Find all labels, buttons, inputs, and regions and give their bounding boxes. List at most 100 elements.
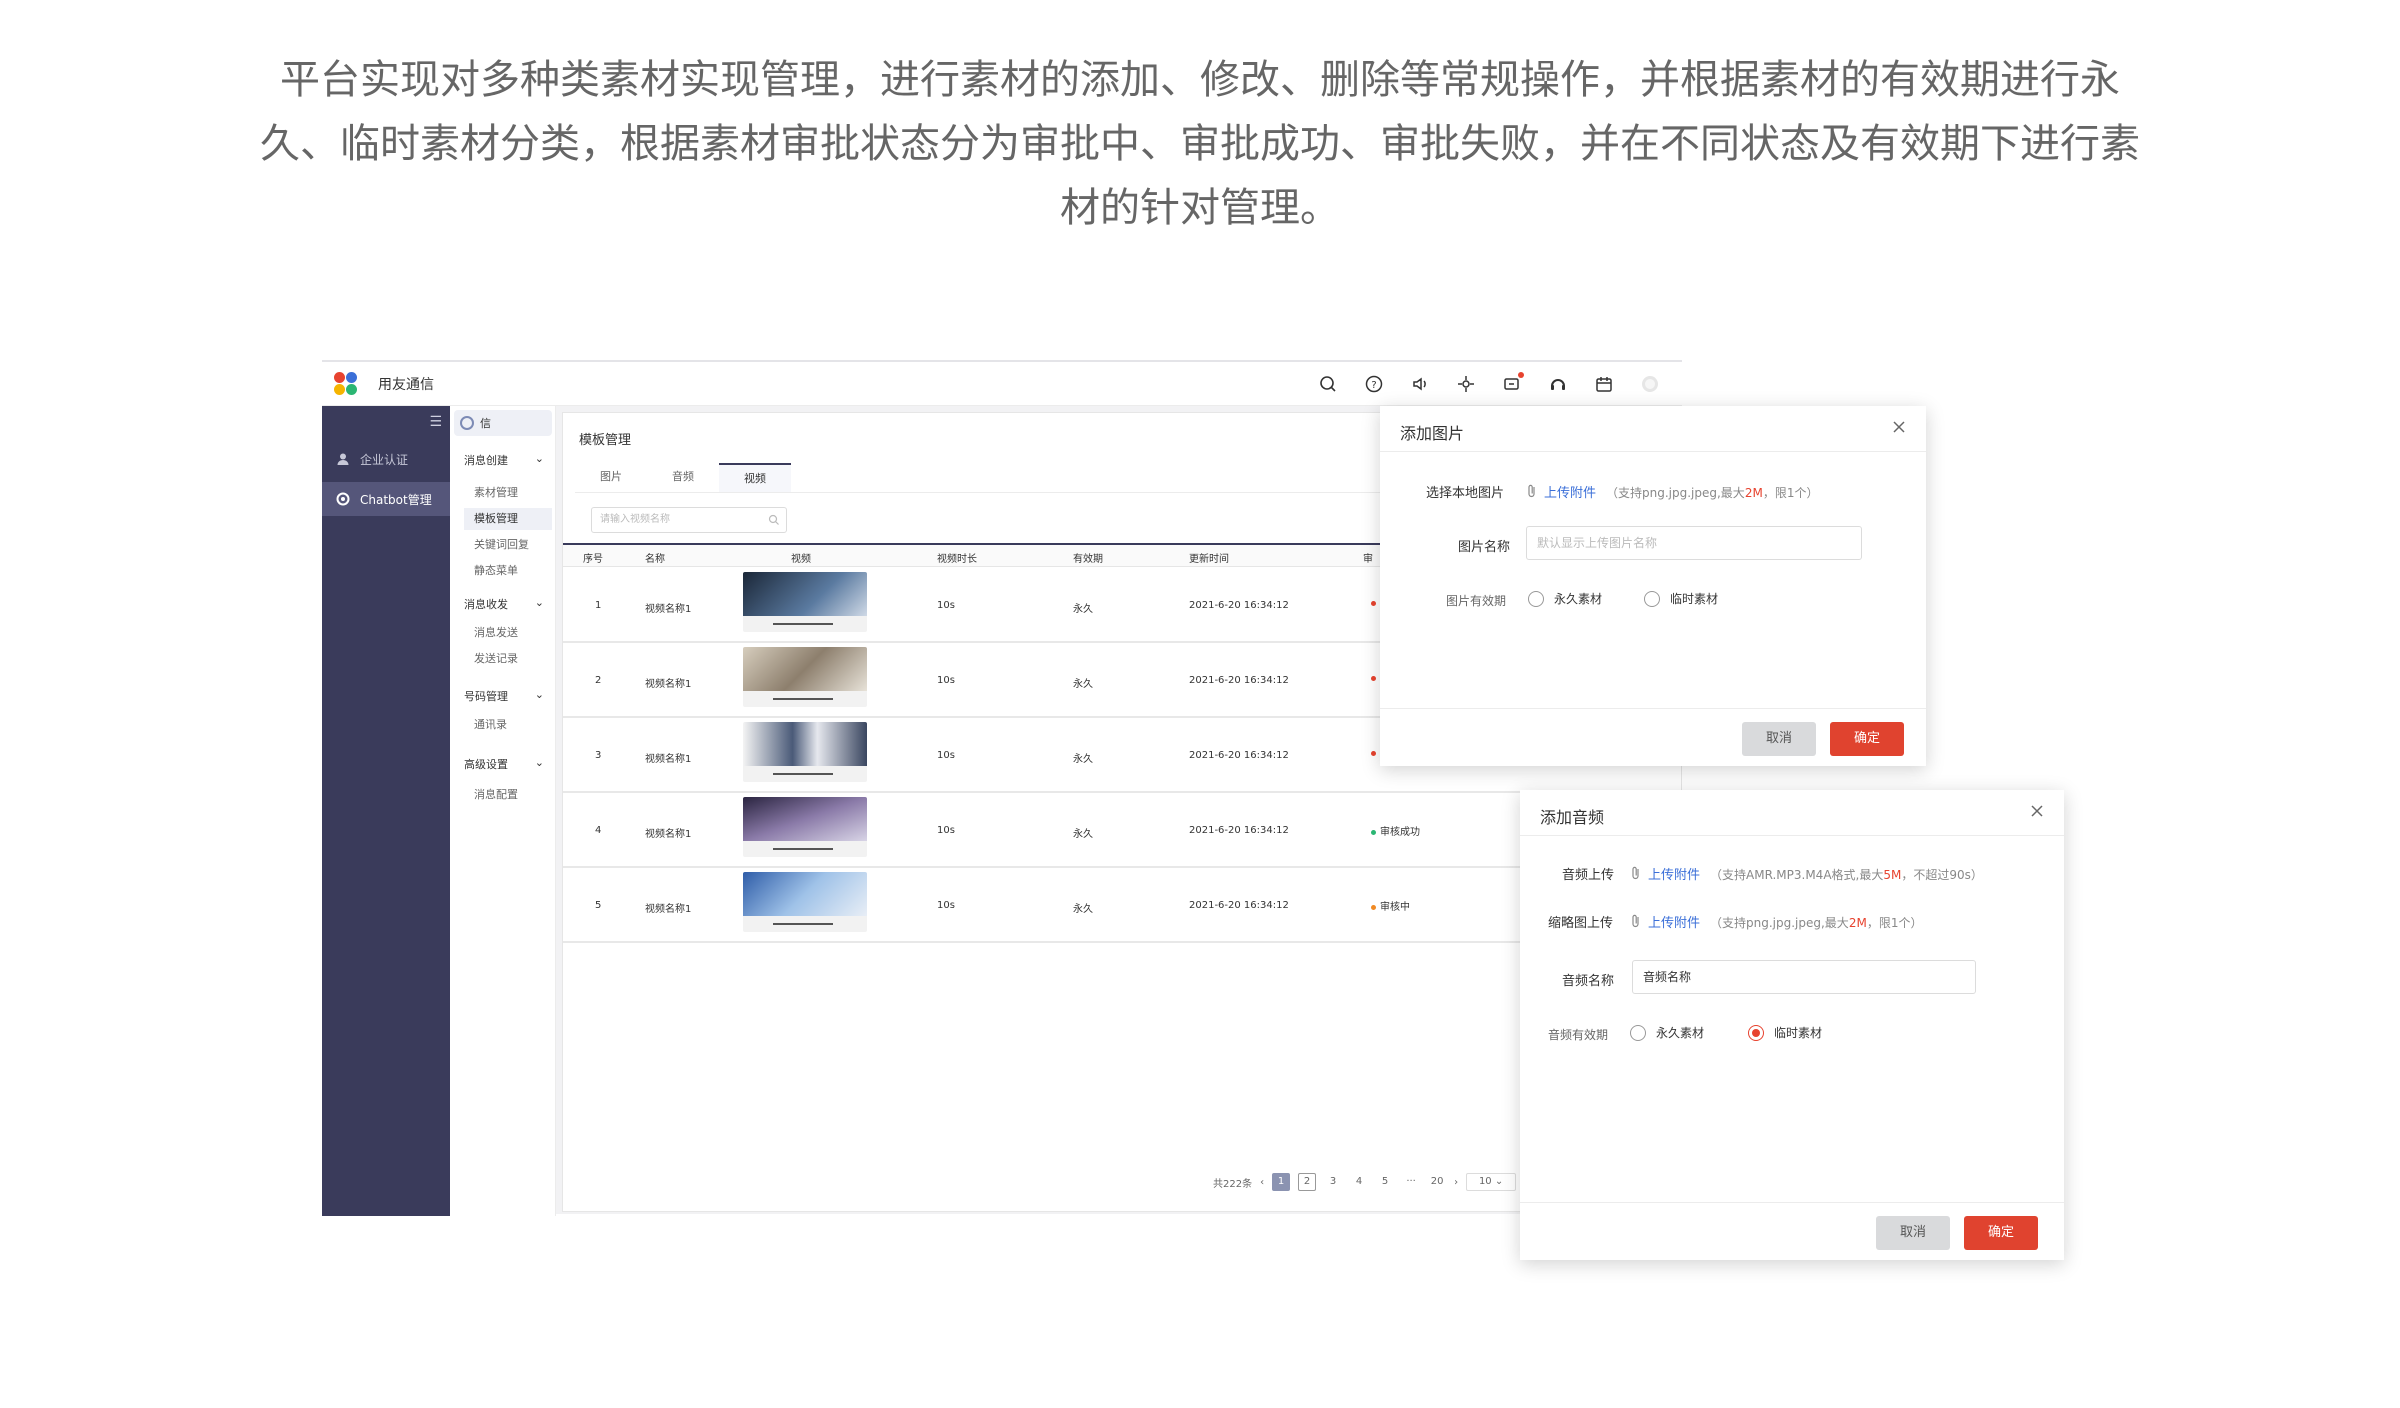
confirm-button[interactable]: 确定 — [1830, 722, 1904, 756]
headset-icon[interactable] — [1546, 372, 1570, 396]
radio-permanent[interactable]: 永久素材 — [1630, 1024, 1704, 1041]
video-thumbnail[interactable] — [743, 647, 867, 707]
menu-group-advanced[interactable]: 高级设置 ⌄ — [464, 756, 544, 772]
sidebar-item-label: 企业认证 — [360, 452, 409, 467]
audio-name-input[interactable]: 音频名称 — [1632, 960, 1976, 994]
cell-name: 视频名称1 — [645, 604, 692, 615]
add-image-dialog: 添加图片 选择本地图片 上传附件 （支持png.jpg.jpeg,最大2M，限1… — [1380, 406, 1926, 766]
avatar-icon[interactable] — [1638, 372, 1662, 396]
menu-item-material[interactable]: 素材管理 — [474, 482, 550, 504]
radio-circle-selected — [1748, 1024, 1764, 1041]
video-player-controls[interactable] — [743, 691, 867, 707]
radio-temporary[interactable]: 临时素材 — [1644, 590, 1718, 607]
video-player-controls[interactable] — [743, 766, 867, 782]
cell-updated: 2021-6-20 16:34:12 — [1189, 675, 1289, 686]
radio-label: 临时素材 — [1670, 592, 1719, 606]
upload-hint: （支持png.jpg.jpeg,最大2M，限1个） — [1606, 486, 1819, 500]
thumb-upload-label: 缩略图上传 — [1548, 916, 1614, 931]
video-player-controls[interactable] — [743, 616, 867, 632]
radio-permanent[interactable]: 永久素材 — [1528, 590, 1602, 607]
intro-line-1: 平台实现对多种类素材实现管理，进行素材的添加、修改、删除等常规操作，并根据素材的… — [280, 57, 2120, 103]
video-thumbnail[interactable] — [743, 872, 867, 932]
audio-upload-hint: （支持AMR.MP3.M4A格式,最大5M，不超过90s） — [1710, 868, 1983, 882]
cancel-button[interactable]: 取消 — [1742, 722, 1816, 756]
cell-no: 5 — [595, 900, 602, 911]
sidebar-item-enterprise-auth[interactable]: 企业认证 — [322, 442, 450, 476]
dialog-title: 添加音频 — [1540, 808, 1605, 827]
cell-validity: 永久 — [1073, 904, 1093, 915]
close-icon[interactable] — [2028, 802, 2046, 820]
page-button[interactable]: 3 — [1324, 1173, 1342, 1191]
chevron-right-icon[interactable]: › — [1454, 1177, 1458, 1188]
menu-item-keyword-reply[interactable]: 关键词回复 — [474, 534, 550, 556]
column-header: 审 — [1363, 554, 1373, 565]
calendar-icon[interactable] — [1592, 372, 1616, 396]
menu-item-static-menu[interactable]: 静态菜单 — [474, 560, 550, 582]
status-badge — [1371, 673, 1380, 684]
video-thumbnail[interactable] — [743, 722, 867, 782]
search-icon[interactable] — [1316, 372, 1340, 396]
page-button[interactable]: 20 — [1428, 1173, 1446, 1191]
menu-group-message-send[interactable]: 消息收发 ⌄ — [464, 596, 544, 612]
video-player-controls[interactable] — [743, 841, 867, 857]
file-label: 选择本地图片 — [1426, 486, 1505, 501]
dialog-footer — [1380, 708, 1926, 709]
message-icon[interactable] — [1500, 372, 1524, 396]
cell-duration: 10s — [937, 750, 955, 761]
tab-video[interactable]: 视频 — [719, 463, 791, 492]
menu-item-template[interactable]: 模板管理 — [464, 508, 552, 530]
page-button[interactable]: 2 — [1298, 1173, 1317, 1191]
video-thumbnail[interactable] — [743, 797, 867, 857]
page-button[interactable]: 4 — [1350, 1173, 1368, 1191]
plugin-icon[interactable] — [1454, 372, 1478, 396]
image-name-input[interactable]: 默认显示上传图片名称 — [1526, 526, 1862, 560]
cell-duration: 10s — [937, 675, 955, 686]
audio-upload-link[interactable]: 上传附件 — [1648, 864, 1700, 883]
speaker-icon[interactable] — [1408, 372, 1432, 396]
page-button[interactable]: 1 — [1272, 1173, 1291, 1191]
chevron-down-icon: ⌄ — [534, 756, 544, 769]
add-audio-dialog: 添加音频 音频上传 上传附件 （支持AMR.MP3.M4A格式,最大5M，不超过… — [1520, 790, 2064, 1260]
menu-item-message-config[interactable]: 消息配置 — [474, 784, 550, 806]
search-input[interactable]: 请输入视频名称 — [591, 507, 787, 533]
table-row[interactable]: 5 视频名称1 10s 永久 2021-6-20 16:34:12 审核中 — [563, 868, 1683, 943]
account-name: 信 — [480, 417, 491, 430]
cell-no: 3 — [595, 750, 602, 761]
menu-item-send-record[interactable]: 发送记录 — [474, 648, 550, 670]
sidebar-item-chatbot[interactable]: Chatbot管理 — [322, 482, 450, 516]
radio-temporary[interactable]: 临时素材 — [1748, 1024, 1822, 1041]
help-icon[interactable]: ? — [1362, 372, 1386, 396]
upload-link[interactable]: 上传附件 — [1544, 482, 1596, 501]
brand-name: 用友通信 — [378, 377, 434, 393]
menu-item-message-send[interactable]: 消息发送 — [474, 622, 550, 644]
page-size-select[interactable]: 10 ⌄ — [1466, 1173, 1517, 1191]
column-header: 有效期 — [1073, 554, 1103, 565]
validity-label: 图片有效期 — [1446, 594, 1507, 608]
cell-no: 1 — [595, 600, 602, 611]
cancel-button[interactable]: 取消 — [1876, 1216, 1950, 1250]
close-icon[interactable] — [1890, 418, 1908, 436]
menu-group-number[interactable]: 号码管理 ⌄ — [464, 688, 544, 704]
menu-group-label: 号码管理 — [464, 690, 508, 703]
tab-bar: 图片 音频 视频 — [575, 463, 1475, 493]
pagination: 共222条 ‹ 1 2 3 4 5 ··· 20 › 10 ⌄ — [1213, 1173, 1517, 1191]
table-row[interactable]: 4 视频名称1 10s 永久 2021-6-20 16:34:12 审核成功 — [563, 793, 1683, 868]
video-player-controls[interactable] — [743, 916, 867, 932]
tab-image[interactable]: 图片 — [575, 463, 647, 492]
confirm-button[interactable]: 确定 — [1964, 1216, 2038, 1250]
thumb-upload-link[interactable]: 上传附件 — [1648, 912, 1700, 931]
cell-updated: 2021-6-20 16:34:12 — [1189, 900, 1289, 911]
collapse-menu-icon[interactable]: ☰ — [429, 414, 442, 430]
page-title: 模板管理 — [579, 433, 632, 448]
cell-updated: 2021-6-20 16:34:12 — [1189, 825, 1289, 836]
paperclip-icon — [1528, 484, 1535, 498]
account-switcher[interactable]: 信 — [454, 410, 552, 436]
menu-item-contacts[interactable]: 通讯录 — [474, 714, 550, 736]
video-thumbnail[interactable] — [743, 572, 867, 632]
menu-group-label: 消息收发 — [464, 598, 508, 611]
chevron-left-icon[interactable]: ‹ — [1260, 1177, 1264, 1188]
page-button[interactable]: 5 — [1376, 1173, 1394, 1191]
menu-group-message-create[interactable]: 消息创建 ⌄ — [464, 452, 544, 468]
tab-audio[interactable]: 音频 — [647, 463, 719, 492]
radio-circle — [1630, 1024, 1646, 1041]
